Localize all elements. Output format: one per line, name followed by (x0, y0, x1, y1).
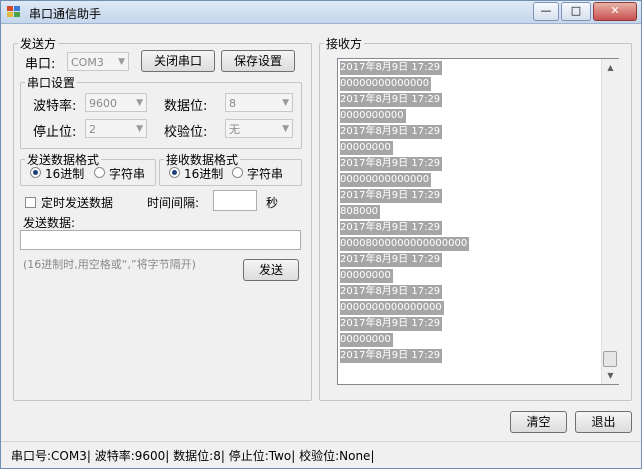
recv-line: 00008000000000000000 (340, 237, 470, 251)
close-button[interactable]: ✕ (593, 2, 637, 21)
status-bar: 串口号:COM3| 波特率:9600| 数据位:8| 停止位:Two| 校验位:… (1, 441, 641, 468)
send-string-label: 字符串 (109, 167, 146, 181)
recv-line: 00000000 (340, 269, 393, 283)
send-hex-radio[interactable] (30, 167, 41, 178)
recv-scrollbar[interactable]: ▲ ▼ (601, 59, 619, 384)
interval-label: 时间间隔: (147, 196, 200, 210)
chevron-down-icon: ▼ (282, 124, 289, 134)
port-label: 串口: (25, 57, 56, 72)
app-icon (7, 6, 20, 17)
data-bits-label: 数据位: (164, 99, 208, 114)
send-data-label: 发送数据: (23, 216, 76, 230)
send-hint: (16进制时,用空格或“,”将字节隔开) (23, 258, 196, 271)
data-bits-select[interactable]: 8 ▼ (225, 93, 293, 112)
parity-select[interactable]: 无 ▼ (225, 119, 293, 138)
send-data-input[interactable] (20, 230, 301, 250)
serial-settings-legend: 串口设置 (27, 76, 76, 90)
parity-value: 无 (229, 123, 240, 136)
baud-value: 9600 (89, 97, 117, 110)
maximize-button[interactable]: □ (561, 2, 591, 21)
recv-line: 2017年8月9日 17:29 (340, 189, 443, 203)
stop-bits-select[interactable]: 2 ▼ (85, 119, 147, 138)
close-port-button[interactable]: 关闭串口 (141, 50, 215, 72)
recv-textarea[interactable]: 2017年8月9日 17:29 00000000000000 2017年8月9日 1… (337, 58, 619, 385)
recv-line: 0000000000 (340, 109, 406, 123)
minimize-button[interactable]: — (533, 2, 559, 21)
chevron-down-icon: ▼ (136, 124, 143, 134)
data-bits-value: 8 (229, 97, 236, 110)
scroll-down-icon[interactable]: ▼ (602, 367, 619, 384)
scroll-up-icon[interactable]: ▲ (602, 59, 619, 76)
parity-label: 校验位: (164, 125, 208, 140)
baud-label: 波特率: (33, 99, 77, 114)
recv-string-radio[interactable] (232, 167, 243, 178)
seconds-label: 秒 (266, 196, 279, 210)
send-string-radio[interactable] (94, 167, 105, 178)
recv-line: 00000000 (340, 333, 393, 347)
send-hex-label: 16进制 (45, 167, 85, 181)
recv-line: 2017年8月9日 17:29 (340, 61, 443, 75)
send-group-legend: 发送方 (20, 37, 57, 51)
window-title: 串口通信助手 (29, 7, 102, 21)
recv-line: 2017年8月9日 17:29 (340, 157, 443, 171)
timed-send-label: 定时发送数据 (41, 196, 114, 210)
recv-line: 2017年8月9日 17:29 (340, 285, 443, 299)
title-bar[interactable]: 串口通信助手 — □ ✕ (1, 1, 641, 24)
clear-button[interactable]: 清空 (510, 411, 567, 433)
recv-line: 2017年8月9日 17:29 (340, 125, 443, 139)
chevron-down-icon: ▼ (282, 98, 289, 108)
recv-line: 2017年8月9日 17:29 (340, 349, 443, 363)
main-window: 串口通信助手 — □ ✕ 发送方 串口: COM3 ▼ 关闭串口 保存设置 串口… (0, 0, 642, 469)
timed-send-checkbox[interactable] (25, 197, 36, 208)
recv-group-legend: 接收方 (326, 37, 363, 51)
recv-line: 808000 (340, 205, 381, 219)
recv-hex-label: 16进制 (184, 167, 224, 181)
port-value: COM3 (71, 56, 104, 69)
port-select[interactable]: COM3 ▼ (67, 52, 129, 71)
recv-line: 2017年8月9日 17:29 (340, 93, 443, 107)
stop-bits-value: 2 (89, 123, 96, 136)
recv-line: 2017年8月9日 17:29 (340, 253, 443, 267)
chevron-down-icon: ▼ (136, 98, 143, 108)
recv-line: 00000000 (340, 141, 393, 155)
send-button[interactable]: 发送 (243, 259, 299, 281)
recv-hex-radio[interactable] (169, 167, 180, 178)
recv-line: 0000000000000000 (340, 301, 444, 315)
interval-input[interactable] (213, 190, 257, 211)
stop-bits-label: 停止位: (33, 125, 77, 140)
recv-line: 00000000000000 (340, 173, 432, 187)
recv-line: 00000000000000 (340, 77, 432, 91)
recv-line: 2017年8月9日 17:29 (340, 317, 443, 331)
status-text: 串口号:COM3| 波特率:9600| 数据位:8| 停止位:Two| 校验位:… (11, 449, 375, 463)
exit-button[interactable]: 退出 (575, 411, 632, 433)
scroll-thumb[interactable] (603, 351, 617, 367)
recv-line: 2017年8月9日 17:29 (340, 221, 443, 235)
chevron-down-icon: ▼ (118, 57, 125, 67)
baud-select[interactable]: 9600 ▼ (85, 93, 147, 112)
save-settings-button[interactable]: 保存设置 (221, 50, 295, 72)
recv-string-label: 字符串 (247, 167, 284, 181)
